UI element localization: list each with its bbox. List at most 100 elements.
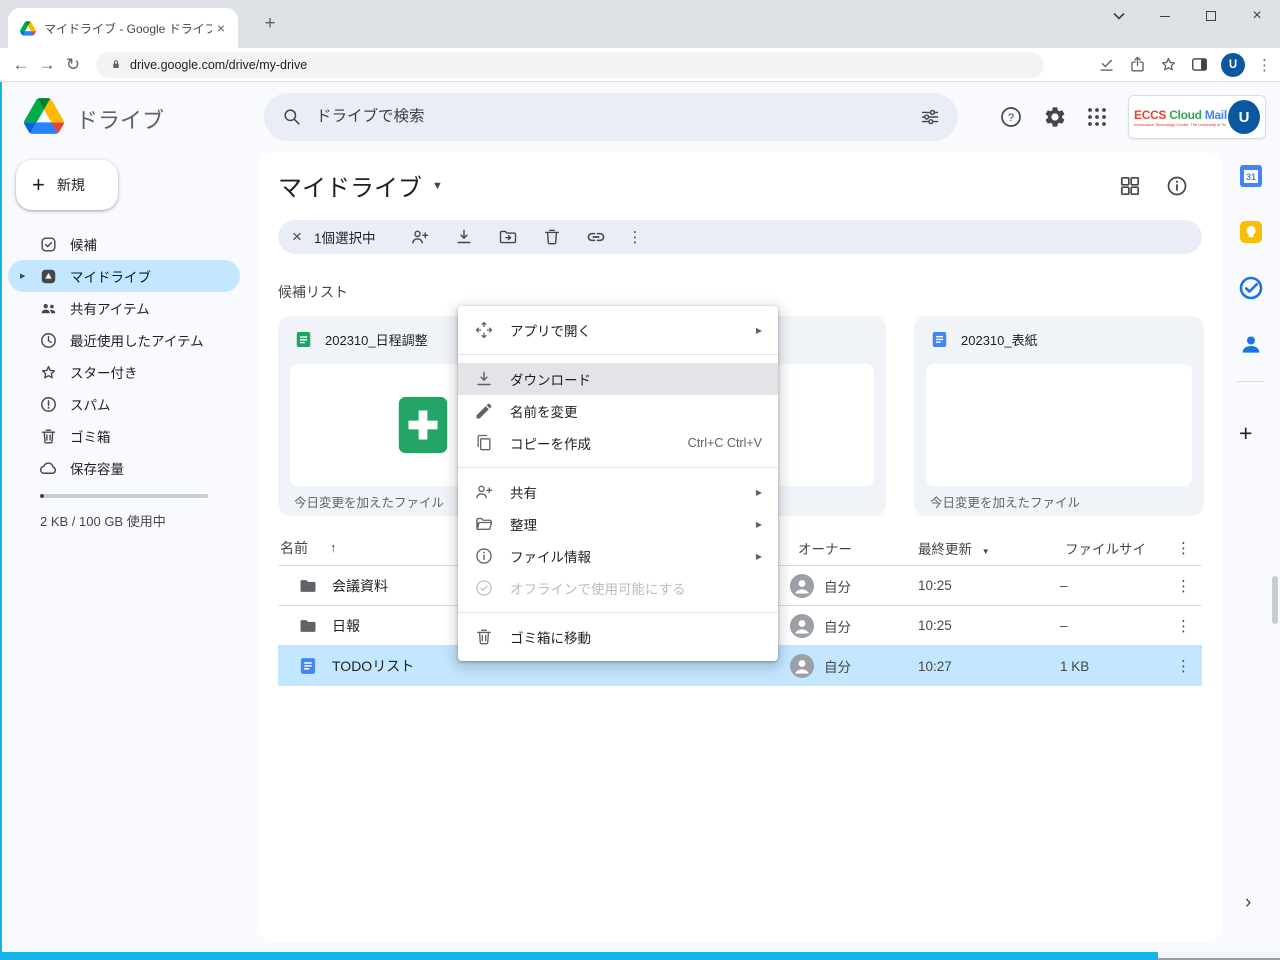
menu-item-label: 名前を変更 — [510, 401, 762, 421]
menu-item-move-to-trash[interactable]: ゴミ箱に移動 — [458, 621, 778, 653]
scrollbar-thumb[interactable] — [1272, 576, 1278, 624]
cloud-icon — [38, 458, 58, 478]
settings-gear-icon[interactable] — [1043, 105, 1067, 129]
bookmark-star-icon[interactable] — [1159, 55, 1178, 74]
share-person-add-icon[interactable] — [410, 227, 430, 247]
contacts-icon[interactable] — [1238, 331, 1264, 357]
calendar-icon[interactable]: 31 — [1238, 163, 1264, 189]
expand-arrow-icon[interactable]: ▶ — [20, 272, 25, 280]
details-info-icon[interactable] — [1165, 174, 1189, 198]
menu-item-organize[interactable]: 整理 ▶ — [458, 508, 778, 540]
page-title[interactable]: マイドライブ — [278, 168, 422, 203]
sidebar-item-starred[interactable]: スター付き — [8, 356, 240, 388]
suggestions-icon — [38, 234, 58, 254]
storage-usage-text: 2 KB / 100 GB 使用中 — [40, 511, 166, 530]
address-bar[interactable]: drive.google.com/drive/my-drive — [96, 52, 1044, 78]
show-side-panel-icon[interactable]: › — [1245, 892, 1251, 914]
sidebar-item-trash[interactable]: ゴミ箱 — [8, 420, 240, 452]
sidebar-item-suggestions[interactable]: 候補 — [8, 228, 240, 260]
reload-icon[interactable]: ↻ — [60, 55, 86, 75]
account-box[interactable]: ECCS Cloud Mail Information Technology C… — [1128, 95, 1266, 139]
submenu-arrow-icon: ▶ — [756, 488, 762, 497]
last-modified: 10:25 — [918, 618, 1060, 633]
apps-grid-icon[interactable] — [1085, 105, 1109, 129]
sidebar-item-shared[interactable]: 共有アイテム — [8, 292, 240, 324]
browser-tab[interactable]: マイドライブ - Google ドライブ × — [8, 8, 238, 48]
forward-icon[interactable]: → — [34, 55, 60, 75]
sidebar-item-recent[interactable]: 最近使用したアイテム — [8, 324, 240, 356]
owner-name: 自分 — [824, 576, 851, 596]
menu-item-file-info[interactable]: ファイル情報 ▶ — [458, 540, 778, 572]
sheets-logo-icon — [392, 394, 454, 456]
account-name-part: Cloud — [1169, 108, 1205, 122]
sidebar-item-label: 最近使用したアイテム — [70, 330, 204, 350]
file-size: – — [1060, 618, 1165, 633]
suggestion-card[interactable]: 202310_表紙 今日変更を加えたファイル — [914, 316, 1204, 516]
menu-item-share[interactable]: 共有 ▶ — [458, 476, 778, 508]
window-close-button[interactable]: × — [1234, 0, 1280, 32]
tasks-icon[interactable] — [1238, 275, 1264, 301]
share-icon[interactable] — [1128, 55, 1147, 74]
file-name: 会議資料 — [332, 576, 388, 596]
browser-menu-icon[interactable]: ⋮ — [1257, 56, 1272, 74]
menu-item-make-copy[interactable]: コピーを作成 Ctrl+C Ctrl+V — [458, 427, 778, 459]
menu-divider — [458, 467, 778, 468]
grid-view-icon[interactable] — [1118, 174, 1142, 198]
keep-icon[interactable] — [1238, 219, 1264, 245]
window-minimize-button[interactable] — [1142, 0, 1188, 32]
sidebar-item-storage[interactable]: 保存容量 — [8, 452, 240, 484]
sidebar-item-my-drive[interactable]: ▶ マイドライブ — [8, 260, 240, 292]
row-more-icon[interactable]: ⋮ — [1165, 617, 1202, 635]
get-link-icon[interactable] — [586, 227, 606, 247]
download-icon[interactable] — [454, 227, 474, 247]
clear-selection-icon[interactable]: × — [292, 227, 314, 247]
tab-search-icon[interactable] — [1096, 0, 1142, 32]
download-icon — [474, 369, 494, 389]
sidebar-item-spam[interactable]: スパム — [8, 388, 240, 420]
storage-progress-bar — [40, 494, 208, 498]
search-input[interactable] — [316, 108, 920, 126]
row-more-icon[interactable]: ⋮ — [1165, 577, 1202, 595]
new-button[interactable]: + 新規 — [16, 160, 118, 210]
account-name-part: Mail — [1205, 108, 1227, 122]
trash-icon[interactable] — [542, 227, 562, 247]
sheets-file-icon — [294, 330, 313, 349]
help-icon[interactable]: ? — [999, 105, 1023, 129]
folder-open-icon — [474, 514, 494, 534]
more-actions-icon[interactable]: ⋮ — [628, 228, 643, 246]
search-options-icon[interactable] — [920, 107, 940, 127]
row-more-icon[interactable]: ⋮ — [1165, 657, 1202, 675]
clock-icon — [38, 330, 58, 350]
move-to-folder-icon[interactable] — [498, 227, 518, 247]
column-header-modified[interactable]: 最終更新 ▼ — [918, 538, 1060, 558]
account-avatar[interactable]: U — [1228, 100, 1260, 134]
side-panel-divider — [1237, 381, 1265, 382]
share-person-add-icon — [474, 482, 494, 502]
back-icon[interactable]: ← — [8, 55, 34, 75]
menu-item-download[interactable]: ダウンロード — [458, 363, 778, 395]
get-addons-icon[interactable]: + — [1239, 420, 1252, 447]
menu-item-rename[interactable]: 名前を変更 — [458, 395, 778, 427]
new-tab-button[interactable]: + — [258, 13, 282, 37]
window-maximize-button[interactable] — [1188, 0, 1234, 32]
sidebar-item-label: スパム — [70, 394, 111, 414]
column-header-owner[interactable]: オーナー — [790, 538, 918, 558]
sort-ascending-icon: ↑ — [330, 540, 337, 555]
menu-item-open-with[interactable]: アプリで開く ▶ — [458, 314, 778, 346]
title-dropdown-icon[interactable]: ▼ — [432, 180, 443, 192]
copy-icon — [474, 433, 494, 453]
side-panel-icon[interactable] — [1190, 55, 1209, 74]
submenu-arrow-icon: ▶ — [756, 552, 762, 561]
column-header-size[interactable]: ファイルサイ — [1060, 538, 1165, 558]
drive-favicon-icon — [20, 21, 36, 36]
storage-progress-fill — [40, 494, 44, 498]
docs-file-icon — [298, 656, 318, 676]
file-name: TODOリスト — [332, 656, 414, 676]
column-settings-icon[interactable]: ⋮ — [1165, 539, 1202, 557]
browser-profile-avatar[interactable]: U — [1221, 53, 1245, 77]
sort-menu-icon: ▼ — [982, 547, 990, 556]
open-with-icon — [474, 320, 494, 340]
tab-close-icon[interactable]: × — [212, 19, 230, 37]
drive-search-bar[interactable] — [264, 93, 958, 141]
downloads-icon[interactable] — [1097, 55, 1116, 74]
